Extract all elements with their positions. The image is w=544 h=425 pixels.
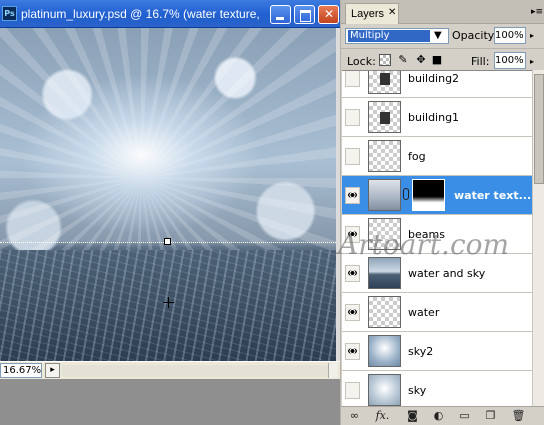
layer-row-water[interactable]: water bbox=[342, 293, 532, 332]
lock-row: Lock: ✎ ✥ ■ Fill: 100% ▸ bbox=[341, 48, 544, 70]
eye-icon[interactable] bbox=[345, 265, 360, 282]
image-canvas[interactable] bbox=[0, 28, 336, 361]
document-title-bar[interactable]: Ps platinum_luxury.psd @ 16.7% (water te… bbox=[0, 0, 340, 28]
layer-thumbnail bbox=[368, 71, 401, 94]
blend-mode-value: Multiply bbox=[348, 30, 430, 42]
eye-icon[interactable] bbox=[345, 343, 360, 360]
layer-thumbnail bbox=[368, 257, 401, 289]
panel-tab-bar: Layers ✕ ▸≡ bbox=[341, 0, 544, 24]
layer-name: sky bbox=[408, 384, 427, 397]
lock-position-move-icon[interactable]: ✥ bbox=[415, 54, 427, 66]
layer-thumbnail bbox=[368, 218, 401, 250]
panel-menu-icon[interactable]: ▸≡ bbox=[531, 7, 543, 17]
chevron-down-icon[interactable]: ▼ bbox=[434, 30, 442, 41]
lock-label: Lock: bbox=[347, 55, 376, 68]
layers-vertical-scrollbar[interactable] bbox=[532, 70, 544, 406]
layer-thumbnail bbox=[368, 296, 401, 328]
photoshop-logo-icon: Ps bbox=[2, 6, 17, 21]
opacity-slider-arrow-icon[interactable]: ▸ bbox=[530, 31, 534, 40]
layer-thumbnail bbox=[368, 140, 401, 172]
opacity-label: Opacity: bbox=[452, 29, 498, 42]
close-button[interactable] bbox=[318, 5, 339, 24]
document-window: Ps platinum_luxury.psd @ 16.7% (water te… bbox=[0, 0, 340, 425]
layer-name: sky2 bbox=[408, 345, 434, 358]
tab-close-icon[interactable]: ✕ bbox=[388, 7, 396, 18]
trash-icon[interactable]: 🗑 bbox=[511, 409, 526, 423]
layers-panel: Layers ✕ ▸≡ Multiply ▼ Opacity: 100% ▸ L… bbox=[340, 0, 544, 425]
layer-name: water text... bbox=[454, 189, 532, 202]
fill-slider-arrow-icon[interactable]: ▸ bbox=[530, 57, 534, 66]
lock-image-brush-icon[interactable]: ✎ bbox=[397, 54, 409, 66]
layer-name: building1 bbox=[408, 111, 460, 124]
layer-row-building1[interactable]: building1 bbox=[342, 98, 532, 137]
layer-name: beams bbox=[408, 228, 445, 241]
status-menu-button[interactable]: ▸ bbox=[45, 363, 60, 378]
fx-icon[interactable]: fx. bbox=[375, 409, 390, 423]
adjustment-layer-icon[interactable]: ◐ bbox=[431, 409, 446, 423]
transform-handle[interactable] bbox=[164, 238, 171, 245]
zoom-level-field[interactable]: 16.67% bbox=[0, 363, 42, 378]
layer-name: building2 bbox=[408, 72, 460, 85]
document-title: platinum_luxury.psd @ 16.7% (water textu… bbox=[21, 7, 260, 21]
lock-all-padlock-icon[interactable]: ■ bbox=[431, 54, 443, 66]
visibility-toggle[interactable] bbox=[345, 148, 360, 165]
layer-name: water bbox=[408, 306, 440, 319]
scroll-right-arrow-icon[interactable] bbox=[328, 363, 338, 378]
tab-layers[interactable]: Layers ✕ bbox=[345, 3, 399, 24]
layer-row-building2[interactable]: building2 bbox=[342, 71, 532, 98]
layer-row-sky2[interactable]: sky2 bbox=[342, 332, 532, 371]
opacity-field[interactable]: 100% bbox=[494, 27, 526, 44]
tab-layers-label: Layers bbox=[351, 8, 385, 20]
layer-name: fog bbox=[408, 150, 426, 163]
layer-row-beams[interactable]: beams bbox=[342, 215, 532, 254]
layer-thumbnail bbox=[368, 335, 401, 367]
document-status-bar: 16.67% ▸ bbox=[0, 361, 340, 379]
new-group-icon[interactable]: ▭ bbox=[457, 409, 472, 423]
eye-icon[interactable] bbox=[345, 187, 360, 204]
minimize-button[interactable] bbox=[270, 5, 291, 24]
blend-mode-select[interactable]: Multiply ▼ bbox=[345, 28, 449, 44]
fill-field[interactable]: 100% bbox=[494, 52, 526, 69]
layer-row-fog[interactable]: fog bbox=[342, 137, 532, 176]
layer-list: building2 building1 fog water text... be… bbox=[342, 70, 532, 406]
document-horizontal-scrollbar[interactable] bbox=[62, 365, 336, 377]
layer-row-water-and-sky[interactable]: water and sky bbox=[342, 254, 532, 293]
layer-name: water and sky bbox=[408, 267, 486, 280]
visibility-toggle[interactable] bbox=[345, 109, 360, 126]
fill-label: Fill: bbox=[471, 55, 490, 68]
transform-pivot-icon[interactable] bbox=[163, 297, 174, 308]
visibility-toggle[interactable] bbox=[345, 71, 360, 87]
layer-thumbnail bbox=[368, 179, 401, 211]
layer-mask-thumbnail[interactable] bbox=[412, 179, 445, 211]
eye-icon[interactable] bbox=[345, 226, 360, 243]
layers-panel-footer: ∞ fx. ◙ ◐ ▭ ❐ 🗑 bbox=[341, 406, 544, 425]
layer-thumbnail bbox=[368, 374, 401, 406]
link-layers-icon[interactable]: ∞ bbox=[347, 409, 362, 423]
add-mask-icon[interactable]: ◙ bbox=[405, 409, 420, 423]
lock-transparency-icon[interactable] bbox=[379, 54, 391, 66]
layer-row-sky[interactable]: sky bbox=[342, 371, 532, 406]
eye-icon[interactable] bbox=[345, 304, 360, 321]
layer-thumbnail bbox=[368, 101, 401, 133]
maximize-button[interactable] bbox=[294, 5, 315, 24]
new-layer-icon[interactable]: ❐ bbox=[483, 409, 498, 423]
mask-link-icon[interactable] bbox=[403, 188, 409, 200]
visibility-toggle[interactable] bbox=[345, 382, 360, 399]
layer-row-water-texture[interactable]: water text... bbox=[342, 176, 532, 215]
scrollbar-thumb[interactable] bbox=[534, 74, 544, 184]
